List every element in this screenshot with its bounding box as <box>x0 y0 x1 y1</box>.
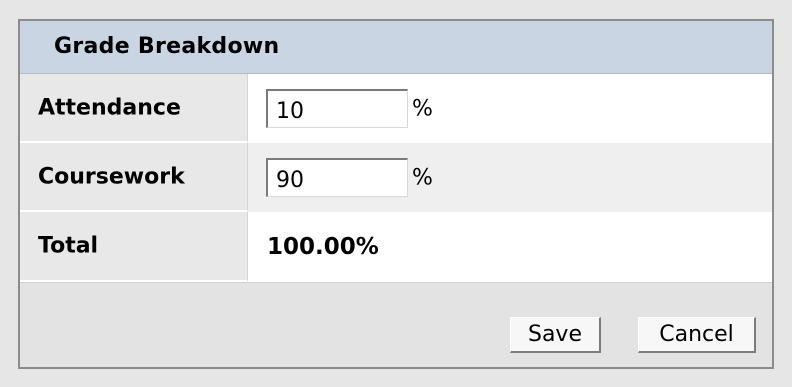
attendance-label-cell: Attendance <box>20 74 248 143</box>
save-button[interactable]: Save <box>510 317 601 353</box>
coursework-label-cell: Coursework <box>20 143 248 212</box>
attendance-label: Attendance <box>38 95 181 120</box>
total-label: Total <box>38 233 99 259</box>
panel-title: Grade Breakdown <box>54 34 280 59</box>
coursework-row: Coursework % <box>20 143 772 212</box>
total-label-cell: Total <box>20 212 248 282</box>
coursework-label: Coursework <box>38 164 185 189</box>
total-value: 100.00% <box>267 234 379 260</box>
attendance-row: Attendance % <box>20 74 772 143</box>
attendance-input[interactable] <box>266 89 408 128</box>
total-row: Total 100.00% <box>20 212 772 282</box>
panel-header: Grade Breakdown <box>20 21 772 74</box>
grade-breakdown-panel: Grade Breakdown Attendance % Coursework … <box>18 19 774 369</box>
attendance-percent-sign: % <box>412 96 433 121</box>
cancel-button[interactable]: Cancel <box>638 317 756 353</box>
coursework-percent-sign: % <box>412 165 433 190</box>
coursework-input[interactable] <box>266 158 408 197</box>
button-bar: Save Cancel <box>20 282 772 367</box>
